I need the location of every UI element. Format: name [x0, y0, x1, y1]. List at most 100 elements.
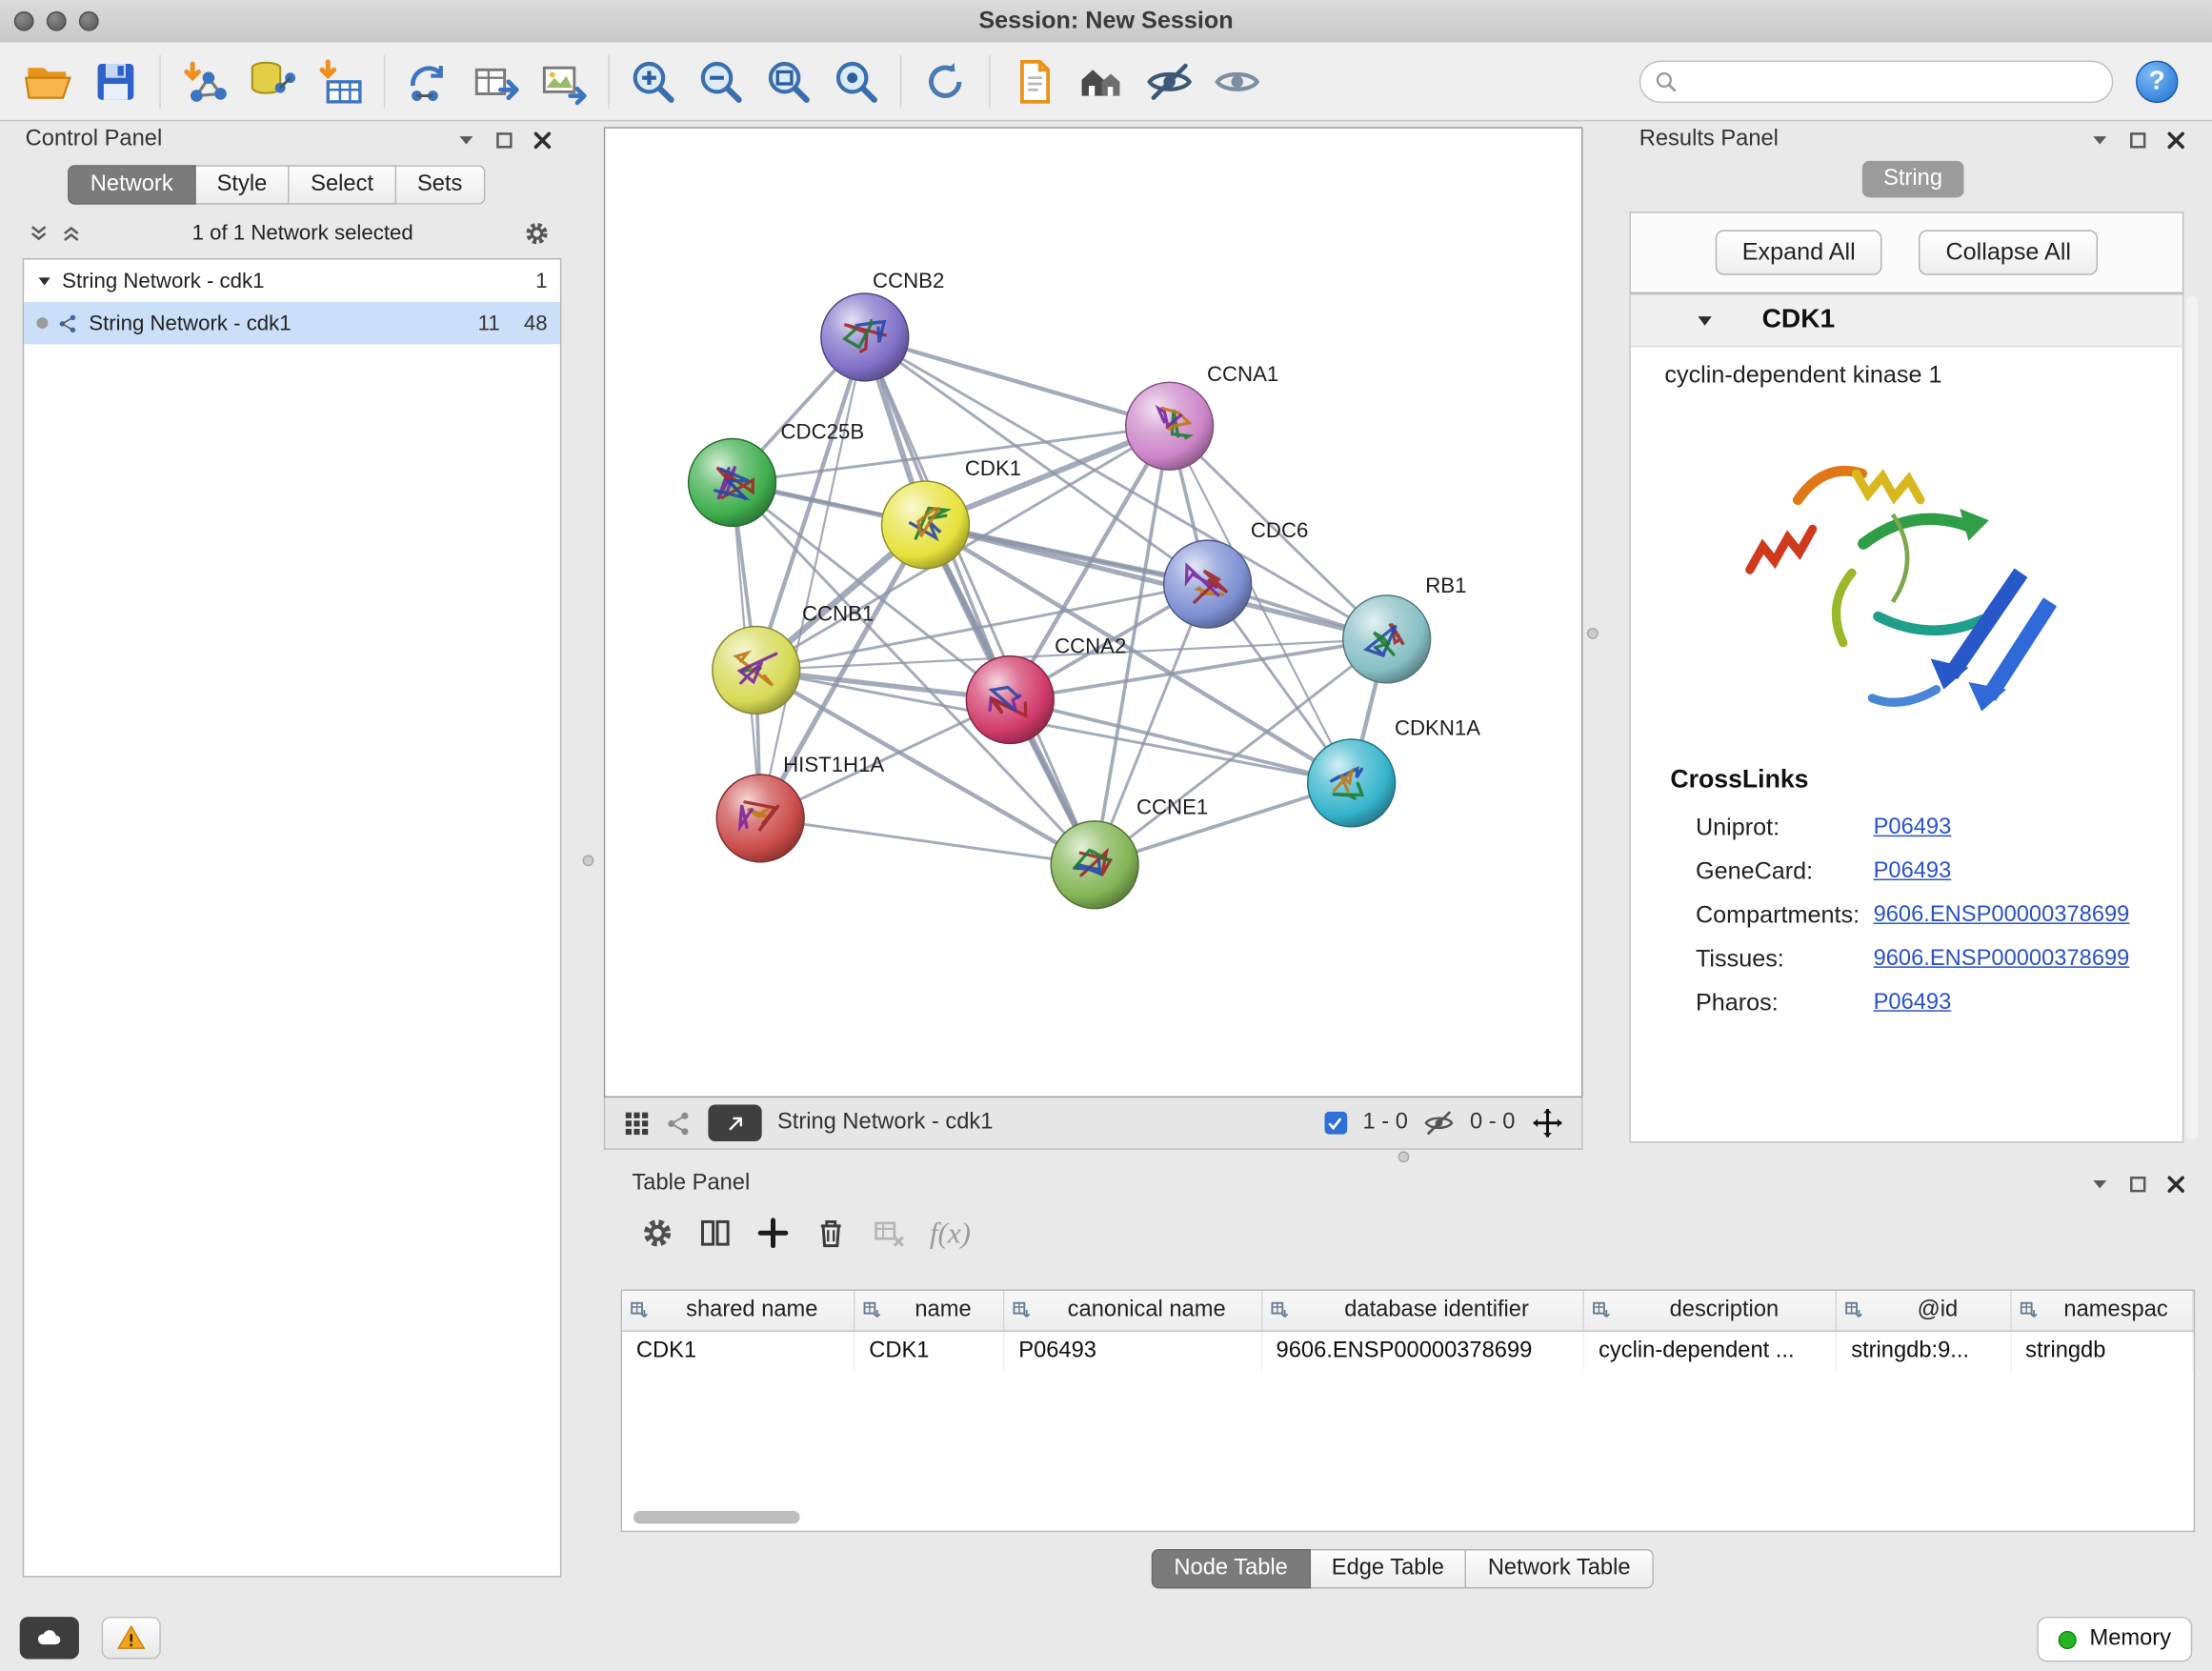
show-columns-icon[interactable]	[698, 1217, 733, 1251]
table-cell[interactable]: 9606.ENSP00000378699	[1261, 1331, 1584, 1371]
zoom-out-button[interactable]	[687, 49, 754, 113]
selected-checkbox[interactable]	[1324, 1112, 1347, 1135]
close-panel-icon[interactable]	[532, 129, 553, 150]
tab-string[interactable]: String	[1862, 161, 1963, 198]
collapse-all-icon[interactable]	[29, 222, 50, 243]
disclosure-triangle-icon[interactable]	[37, 273, 52, 289]
expand-all-icon[interactable]	[61, 222, 82, 243]
column-header-namespac[interactable]: namespac	[2011, 1291, 2193, 1331]
network-edge[interactable]	[865, 337, 1095, 865]
network-node-ccna2[interactable]	[966, 656, 1054, 744]
close-panel-icon[interactable]	[2165, 129, 2186, 150]
zoom-in-button[interactable]	[619, 49, 687, 113]
close-window-button[interactable]	[14, 11, 34, 31]
export-network-button[interactable]	[463, 49, 531, 113]
minimize-window-button[interactable]	[47, 11, 67, 31]
table-cell[interactable]: stringdb	[2011, 1331, 2193, 1371]
gear-icon[interactable]	[523, 219, 550, 246]
table-cell[interactable]: CDK1	[622, 1331, 855, 1371]
zoom-selected-button[interactable]	[822, 49, 890, 113]
table-settings-gear-icon[interactable]	[640, 1217, 674, 1251]
network-collection-row[interactable]: String Network - cdk1 1	[24, 259, 560, 301]
import-network-file-button[interactable]	[171, 49, 238, 113]
tab-node-table[interactable]: Node Table	[1152, 1549, 1311, 1588]
right-splitter-handle[interactable]	[1587, 628, 1599, 639]
column-header-database-identifier[interactable]: database identifier	[1261, 1291, 1584, 1331]
export-image-button[interactable]	[531, 49, 598, 113]
network-node-hist1h1a[interactable]	[716, 775, 804, 862]
tab-sets[interactable]: Sets	[396, 165, 485, 204]
column-header-canonical-name[interactable]: canonical name	[1004, 1291, 1261, 1331]
network-node-rb1[interactable]	[1343, 595, 1431, 683]
zoom-fit-button[interactable]	[754, 49, 822, 113]
add-column-plus-icon[interactable]	[756, 1217, 791, 1251]
close-panel-icon[interactable]	[2165, 1173, 2186, 1194]
network-edge[interactable]	[760, 818, 1095, 865]
import-network-database-button[interactable]	[238, 49, 306, 113]
tab-network[interactable]: Network	[68, 165, 195, 204]
column-header-description[interactable]: description	[1584, 1291, 1837, 1331]
show-all-button[interactable]	[1203, 49, 1271, 113]
save-session-button[interactable]	[82, 49, 150, 113]
crosslink-compartments-[interactable]: 9606.ENSP00000378699	[1874, 902, 2130, 928]
panel-menu-icon[interactable]	[2089, 1173, 2110, 1194]
warnings-button[interactable]	[102, 1617, 161, 1659]
expand-all-button[interactable]: Expand All	[1716, 230, 1882, 274]
network-icon[interactable]	[666, 1110, 693, 1137]
birds-eye-view-icon[interactable]	[622, 1109, 651, 1137]
column-header--id[interactable]: @id	[1837, 1291, 2011, 1331]
hide-selected-button[interactable]	[1136, 49, 1203, 113]
network-edge[interactable]	[925, 525, 1386, 639]
search-input[interactable]	[1678, 68, 2098, 94]
new-network-button[interactable]	[395, 49, 463, 113]
cloud-services-button[interactable]	[20, 1617, 79, 1659]
network-canvas[interactable]: CCNB2CCNA1CDC25BCDK1CDC6RB1CCNB1CCNA2CDK…	[604, 127, 1583, 1097]
delete-column-trash-icon[interactable]	[814, 1217, 848, 1251]
tab-edge-table[interactable]: Edge Table	[1311, 1549, 1467, 1588]
tab-network-table[interactable]: Network Table	[1467, 1549, 1654, 1588]
disclosure-triangle-icon[interactable]	[1696, 312, 1714, 330]
network-node-cdkn1a[interactable]	[1308, 739, 1396, 827]
panel-menu-icon[interactable]	[2089, 129, 2110, 150]
network-edge[interactable]	[865, 337, 1170, 426]
tab-select[interactable]: Select	[290, 165, 396, 204]
column-header-name[interactable]: name	[855, 1291, 1004, 1331]
crosslink-tissues-[interactable]: 9606.ENSP00000378699	[1874, 946, 2130, 972]
memory-button[interactable]: Memory	[2038, 1617, 2193, 1661]
bottom-splitter-handle[interactable]	[1398, 1151, 1410, 1162]
crosslink-pharos-[interactable]: P06493	[1874, 990, 1952, 1016]
detach-view-button[interactable]	[708, 1105, 761, 1142]
crosslink-genecard-[interactable]: P06493	[1874, 858, 1952, 884]
open-session-button[interactable]	[14, 49, 82, 113]
float-panel-icon[interactable]	[493, 129, 514, 150]
network-node-cdk1[interactable]	[882, 481, 970, 569]
float-panel-icon[interactable]	[2127, 1173, 2148, 1194]
table-cell[interactable]: P06493	[1004, 1331, 1261, 1371]
network-edge[interactable]	[760, 337, 865, 818]
network-graph[interactable]: CCNB2CCNA1CDC25BCDK1CDC6RB1CCNB1CCNA2CDK…	[605, 129, 1581, 1097]
search-box[interactable]	[1639, 60, 2114, 102]
pan-move-icon[interactable]	[1531, 1106, 1565, 1140]
crosslink-uniprot-[interactable]: P06493	[1874, 815, 1952, 840]
zoom-window-button[interactable]	[79, 11, 99, 31]
network-row-selected[interactable]: String Network - cdk1 11 48	[24, 302, 560, 344]
column-header-shared-name[interactable]: shared name	[622, 1291, 855, 1331]
left-splitter-handle[interactable]	[583, 855, 594, 866]
collapse-all-button[interactable]: Collapse All	[1919, 230, 2098, 274]
table-row[interactable]: CDK1CDK1P064939606.ENSP00000378699cyclin…	[622, 1331, 2193, 1371]
node-description: cyclin-dependent kinase 1	[1631, 347, 2182, 389]
table-cell[interactable]: stringdb:9...	[1837, 1331, 2011, 1371]
annotations-button[interactable]	[1000, 49, 1068, 113]
tab-style[interactable]: Style	[195, 165, 290, 204]
help-button[interactable]: ?	[2136, 60, 2178, 102]
float-panel-icon[interactable]	[2127, 129, 2148, 150]
table-cell[interactable]: cyclin-dependent ...	[1584, 1331, 1837, 1371]
results-scrollbar[interactable]	[2186, 296, 2198, 1140]
home-view-button[interactable]	[1068, 49, 1136, 113]
table-cell[interactable]: CDK1	[855, 1331, 1004, 1371]
refresh-button[interactable]	[912, 49, 979, 113]
table-horizontal-scrollbar[interactable]	[633, 1511, 800, 1523]
panel-menu-icon[interactable]	[455, 129, 476, 150]
import-table-button[interactable]	[306, 49, 373, 113]
node-entry-header[interactable]: CDK1	[1631, 294, 2182, 347]
